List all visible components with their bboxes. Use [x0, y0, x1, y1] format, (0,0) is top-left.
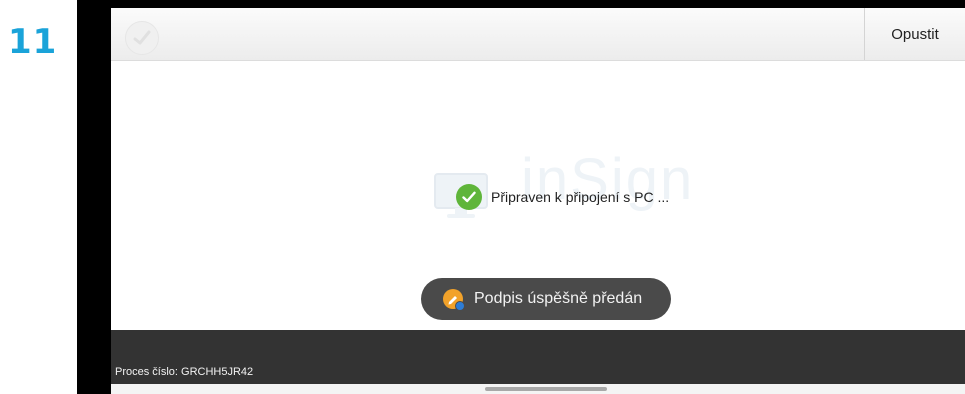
app-screen: Opustit inSign Připraven k připojení s P… — [111, 8, 965, 394]
toast-text: Podpis úspěšně předán — [474, 290, 643, 307]
connection-status: Připraven k připojení s PC ... — [456, 182, 669, 212]
signature-app-icon — [443, 289, 465, 311]
step-number: 11 — [8, 22, 58, 62]
process-number: Proces číslo: GRCHH5JR42 — [115, 366, 254, 378]
leave-button[interactable]: Opustit — [864, 8, 965, 60]
home-indicator[interactable] — [485, 387, 607, 391]
insign-logo-icon — [125, 21, 159, 55]
status-text: Připraven k připojení s PC ... — [491, 189, 670, 205]
app-bar: Opustit — [111, 8, 965, 61]
check-circle-icon — [456, 184, 482, 210]
system-nav-bar — [111, 384, 965, 394]
footer-bar: Proces číslo: GRCHH5JR42 — [111, 330, 965, 384]
badge-dot — [455, 301, 465, 311]
success-toast: Podpis úspěšně předán — [421, 278, 671, 320]
